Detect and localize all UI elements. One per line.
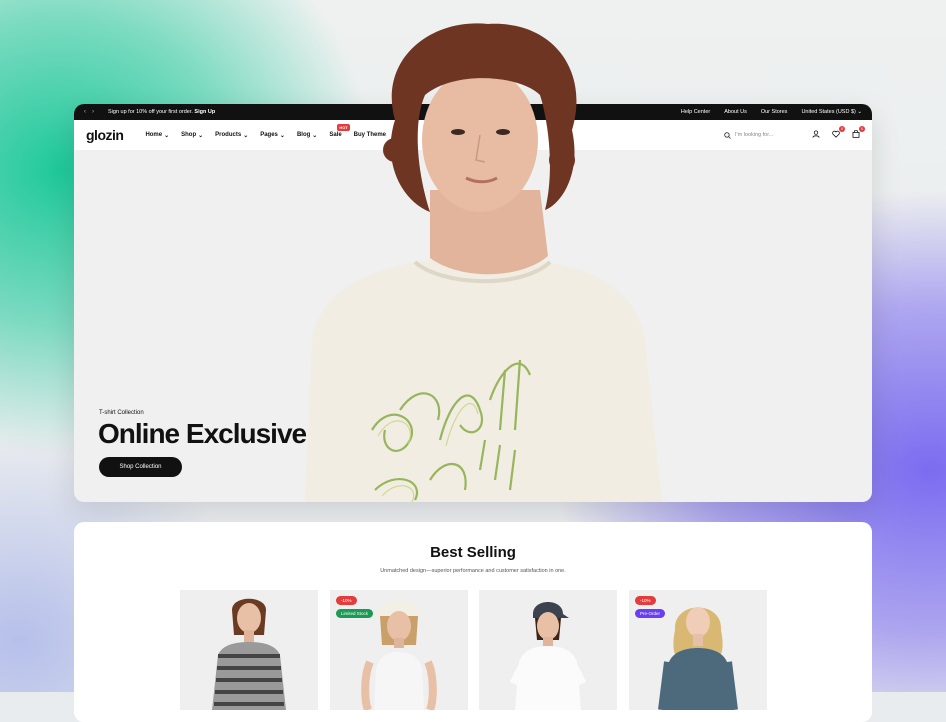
discount-badge: -10% [336,596,357,605]
menu-item-products[interactable]: Products ⌄ [215,132,248,139]
signup-link[interactable]: Sign Up [194,109,215,115]
chevron-down-icon: ⌄ [312,132,318,139]
best-selling-section: Best Selling Unmatched design—superior p… [74,522,872,722]
product-card[interactable]: -10% Limited Stock [330,590,468,710]
section-title: Best Selling [430,544,516,561]
search-input[interactable]: I'm looking for... [724,131,804,139]
discount-badge: -10% [635,596,656,605]
wishlist-icon[interactable]: 0 [832,126,845,140]
section-subtitle: Unmatched design—superior performance an… [380,568,566,574]
menu-item-sale[interactable]: Sale HOT [329,123,350,139]
hero-subtitle: T-shirt Collection [99,410,144,416]
chevron-left-icon[interactable]: ‹ [84,109,86,115]
main-nav: glozin Home ⌄ Shop ⌄ Products ⌄ Pages ⌄ Blog… [74,120,872,150]
product-card[interactable] [479,590,617,710]
product-card[interactable] [180,590,318,710]
currency-selector[interactable]: United States (USD $) ⌄ [801,109,862,115]
menu-item-home[interactable]: Home ⌄ [145,132,169,139]
menu-label: Home [145,132,163,138]
chevron-down-icon: ⌄ [198,132,204,139]
logo[interactable]: glozin [86,127,124,143]
search-placeholder: I'm looking for... [735,132,774,138]
chevron-down-icon: ⌄ [164,132,170,139]
menu-label: Shop [181,132,197,138]
wishlist-count-badge: 0 [839,126,845,132]
menu-item-buy-theme[interactable]: Buy Theme [354,132,386,139]
chevron-down-icon: ⌄ [279,132,285,139]
cart-count-badge: 0 [859,126,865,132]
our-stores-link[interactable]: Our Stores [761,109,788,115]
menu-label: Sale [329,132,342,138]
chevron-down-icon: ⌄ [857,109,862,115]
menu-label: Blog [296,132,311,138]
currency-label: United States (USD $) [801,109,856,115]
shop-collection-button[interactable]: Shop Collection [99,457,182,477]
product-image [212,598,286,710]
menu-item-shop[interactable]: Shop ⌄ [181,132,203,139]
nav-icons: 0 0 [812,126,865,140]
topbar-links: Help Center About Us Our Stores United S… [681,109,862,115]
search-icon [724,131,731,139]
announcement-arrows: ‹ › [84,109,94,115]
cart-icon[interactable]: 0 [852,126,865,140]
announcement-bar: ‹ › Sign up for 10% off your first order… [74,104,872,120]
menu-label: Buy Theme [353,132,386,138]
promo-text: Sign up for 10% off your first order. Si… [108,109,215,115]
menu-label: Products [215,132,242,138]
about-us-link[interactable]: About Us [724,109,747,115]
product-image [658,607,738,710]
account-icon[interactable] [812,130,820,140]
product-image [508,602,588,710]
product-image [361,600,437,710]
promo-message: Sign up for 10% off your first order. [108,109,193,115]
browser-window: ‹ › Sign up for 10% off your first order… [74,104,872,502]
pre-order-badge: Pre-Order [635,609,666,618]
chevron-right-icon[interactable]: › [92,109,94,115]
help-center-link[interactable]: Help Center [681,109,710,115]
menu-label: Pages [260,132,278,138]
hero-title: Online Exclusive [98,418,307,449]
menu-item-pages[interactable]: Pages ⌄ [260,132,285,139]
chevron-down-icon: ⌄ [243,132,249,139]
hot-badge: HOT [337,123,350,131]
menu: Home ⌄ Shop ⌄ Products ⌄ Pages ⌄ Blog ⌄ Sale H… [145,123,386,139]
product-card[interactable]: -10% Pre-Order [629,590,767,710]
limited-stock-badge: Limited Stock [336,609,374,618]
menu-item-blog[interactable]: Blog ⌄ [297,132,317,139]
